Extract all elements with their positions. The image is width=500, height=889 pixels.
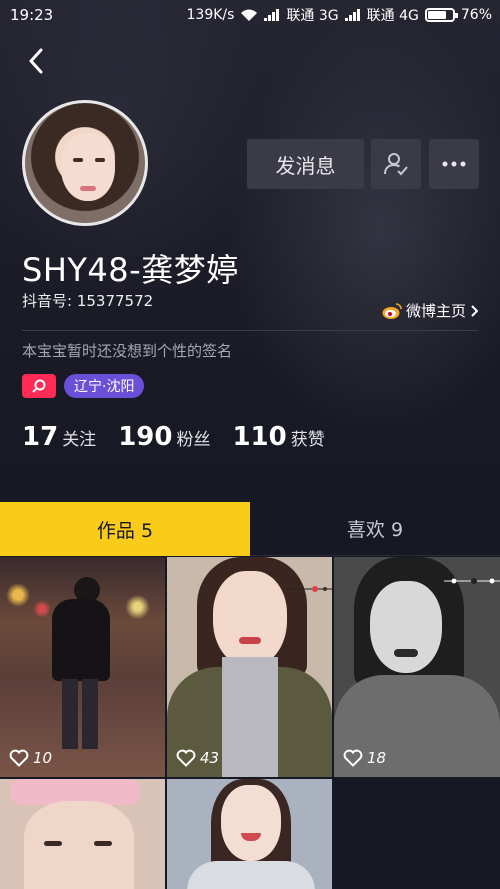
heart-icon <box>343 749 363 767</box>
face <box>24 801 134 889</box>
weibo-label: 微博主页 <box>405 302 466 320</box>
stat-label: 获赞 <box>290 430 325 450</box>
video-thumbnail[interactable]: 43 <box>167 557 332 777</box>
back-button[interactable] <box>20 45 52 77</box>
video-thumbnail[interactable]: 18 <box>334 557 500 777</box>
status-bar: 19:23 139K/s 联通 3G 联通 4G 76% <box>0 0 500 30</box>
douyin-id: 抖音号: 15377572 <box>22 292 154 310</box>
avatar[interactable] <box>22 100 148 226</box>
profile-tags: 辽宁·沈阳 <box>22 374 145 398</box>
wifi-icon <box>241 9 258 21</box>
stat-likes[interactable]: 110 获赞 <box>232 422 324 452</box>
person-body <box>52 599 110 681</box>
signal-icon <box>264 9 280 21</box>
like-count: 43 <box>176 749 219 767</box>
avatar-eye <box>95 158 105 162</box>
battery-percent: 76% <box>460 7 492 23</box>
heart-icon <box>176 749 196 767</box>
stat-label: 关注 <box>62 430 97 450</box>
eye <box>44 841 62 846</box>
face <box>370 581 442 673</box>
stat-number: 17 <box>22 422 59 452</box>
ornament <box>287 579 332 592</box>
follow-user-button[interactable] <box>371 139 421 189</box>
content-tabs: 作品 5 喜欢 9 <box>0 502 500 556</box>
person-leg <box>82 679 98 749</box>
tab-likes[interactable]: 喜欢 9 <box>250 502 500 556</box>
user-check-icon <box>384 153 408 176</box>
status-time: 19:23 <box>10 6 54 24</box>
signal-icon <box>344 9 360 21</box>
avatar-lips <box>80 186 96 191</box>
like-count-text: 10 <box>33 749 53 767</box>
status-right: 139K/s 联通 3G 联通 4G 76% <box>187 5 492 25</box>
stat-following[interactable]: 17 关注 <box>22 422 96 452</box>
network-speed: 139K/s <box>186 7 235 23</box>
stat-followers[interactable]: 190 粉丝 <box>118 422 210 452</box>
hoodie <box>187 861 315 889</box>
stat-number: 190 <box>118 422 173 452</box>
weibo-homepage-link[interactable]: 微博主页 <box>382 300 478 321</box>
like-count: 18 <box>343 749 386 767</box>
chevron-left-icon <box>29 48 43 74</box>
battery-icon <box>424 8 458 22</box>
search-icon <box>32 379 46 393</box>
like-count: 10 <box>9 749 52 767</box>
location-tag[interactable]: 辽宁·沈阳 <box>64 374 145 398</box>
signature: 本宝宝暂时还没想到个性的签名 <box>22 342 233 360</box>
more-options-button[interactable] <box>429 139 479 189</box>
carrier-4g: 联通 4G <box>366 8 419 24</box>
tab-works[interactable]: 作品 5 <box>0 502 250 556</box>
video-thumbnail[interactable] <box>167 779 332 889</box>
avatar-eye <box>73 158 83 162</box>
stat-number: 110 <box>232 422 287 452</box>
face <box>213 571 287 667</box>
hoodie <box>222 657 278 777</box>
lips <box>394 649 418 657</box>
profile-name: SHY48-龚梦婷 <box>22 251 239 289</box>
city-lights <box>0 567 60 637</box>
heart-icon <box>9 749 29 767</box>
face <box>221 785 281 861</box>
like-count-text: 43 <box>200 749 220 767</box>
video-thumbnail[interactable]: 10 <box>0 557 165 777</box>
person-leg <box>62 679 78 749</box>
search-tag[interactable] <box>22 374 56 398</box>
chevron-right-icon <box>471 304 478 317</box>
profile-stats: 17 关注 190 粉丝 110 获赞 <box>22 422 325 452</box>
more-dots-icon <box>442 161 466 167</box>
ornament <box>444 571 500 584</box>
divider <box>22 330 478 331</box>
send-message-button[interactable]: 发消息 <box>247 139 364 189</box>
eye <box>94 841 112 846</box>
city-lights <box>110 577 165 637</box>
video-thumbnail[interactable] <box>0 779 165 889</box>
like-count-text: 18 <box>367 749 387 767</box>
carrier-3g: 联通 3G <box>286 8 339 24</box>
stat-label: 粉丝 <box>176 430 211 450</box>
battery-level <box>427 11 446 19</box>
weibo-icon <box>382 302 402 319</box>
lips <box>239 637 261 644</box>
